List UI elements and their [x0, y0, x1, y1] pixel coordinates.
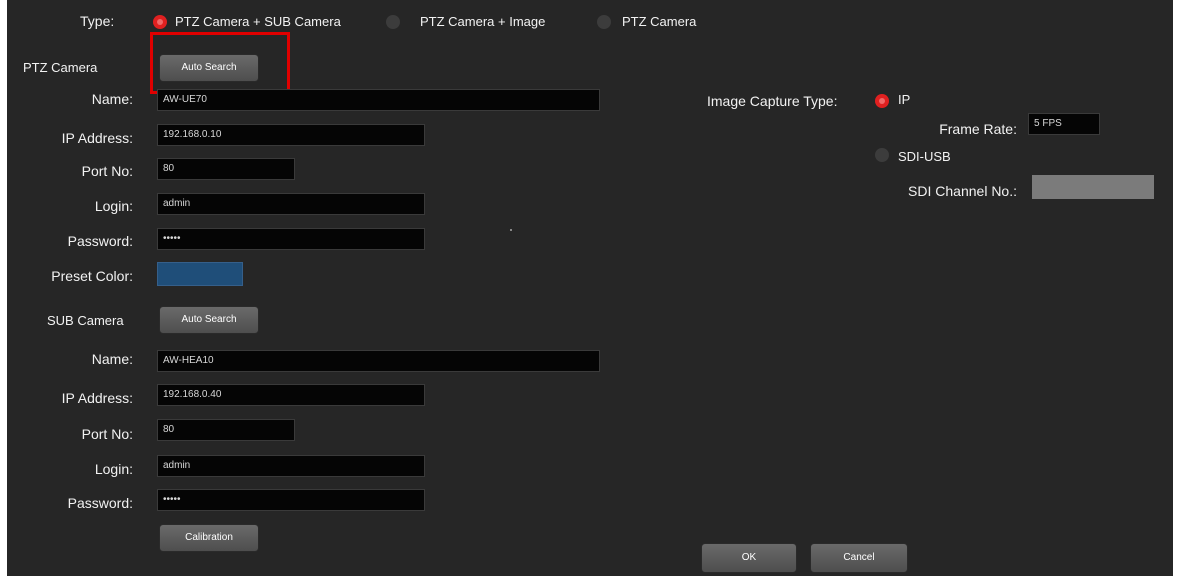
- frame-rate-label: Frame Rate:: [939, 121, 1017, 137]
- sub-login-label: Login:: [94, 461, 133, 477]
- ptz-name-label: Name:: [91, 91, 133, 107]
- camera-settings-panel: Type: PTZ Camera + SUB Camera PTZ Camera…: [7, 0, 1173, 576]
- sub-ip-label: IP Address:: [61, 390, 133, 406]
- type-label: Type:: [80, 13, 115, 29]
- preset-color-label: Preset Color:: [51, 268, 133, 284]
- sub-password-field[interactable]: •••••: [157, 489, 425, 511]
- ptz-port-label: Port No:: [81, 163, 133, 179]
- sub-password-label: Password:: [67, 495, 133, 511]
- type-radio-ptz-image[interactable]: [386, 15, 400, 29]
- ptz-ip-field[interactable]: 192.168.0.10: [157, 124, 425, 146]
- type-option-ptz-label[interactable]: PTZ Camera: [622, 14, 696, 29]
- type-radio-ptz-sub[interactable]: [153, 15, 167, 29]
- image-capture-sdi-label[interactable]: SDI-USB: [898, 149, 951, 164]
- sub-login-field[interactable]: admin: [157, 455, 425, 477]
- image-capture-ip-radio[interactable]: [875, 94, 889, 108]
- ok-button[interactable]: OK: [701, 543, 797, 573]
- type-radio-ptz[interactable]: [597, 15, 611, 29]
- ptz-port-field[interactable]: 80: [157, 158, 295, 180]
- sdi-channel-label: SDI Channel No.:: [908, 183, 1017, 199]
- preset-color-swatch[interactable]: [157, 262, 243, 286]
- sdi-channel-field: [1032, 175, 1154, 199]
- sub-camera-section-label: SUB Camera: [47, 313, 124, 328]
- sub-name-label: Name:: [91, 351, 133, 367]
- cancel-button[interactable]: Cancel: [810, 543, 908, 573]
- stray-dot: [510, 229, 512, 231]
- calibration-button[interactable]: Calibration: [159, 524, 259, 552]
- sub-port-field[interactable]: 80: [157, 419, 295, 441]
- type-option-ptz-sub-label[interactable]: PTZ Camera + SUB Camera: [175, 14, 341, 29]
- ptz-password-label: Password:: [67, 233, 133, 249]
- frame-rate-field[interactable]: 5 FPS: [1028, 113, 1100, 135]
- sub-port-label: Port No:: [81, 426, 133, 442]
- ptz-camera-section-label: PTZ Camera: [23, 60, 98, 75]
- sub-auto-search-button[interactable]: Auto Search: [159, 306, 259, 334]
- ptz-name-field[interactable]: AW-UE70: [157, 89, 600, 111]
- ptz-password-field[interactable]: •••••: [157, 228, 425, 250]
- sub-name-field[interactable]: AW-HEA10: [157, 350, 600, 372]
- image-capture-type-label: Image Capture Type:: [707, 93, 838, 109]
- ptz-login-label: Login:: [94, 198, 133, 214]
- image-capture-ip-label[interactable]: IP: [898, 92, 910, 107]
- image-capture-sdi-radio[interactable]: [875, 148, 889, 162]
- ptz-ip-label: IP Address:: [61, 130, 133, 146]
- type-option-ptz-image-label[interactable]: PTZ Camera + Image: [420, 14, 545, 29]
- ptz-login-field[interactable]: admin: [157, 193, 425, 215]
- sub-ip-field[interactable]: 192.168.0.40: [157, 384, 425, 406]
- ptz-auto-search-button[interactable]: Auto Search: [159, 54, 259, 82]
